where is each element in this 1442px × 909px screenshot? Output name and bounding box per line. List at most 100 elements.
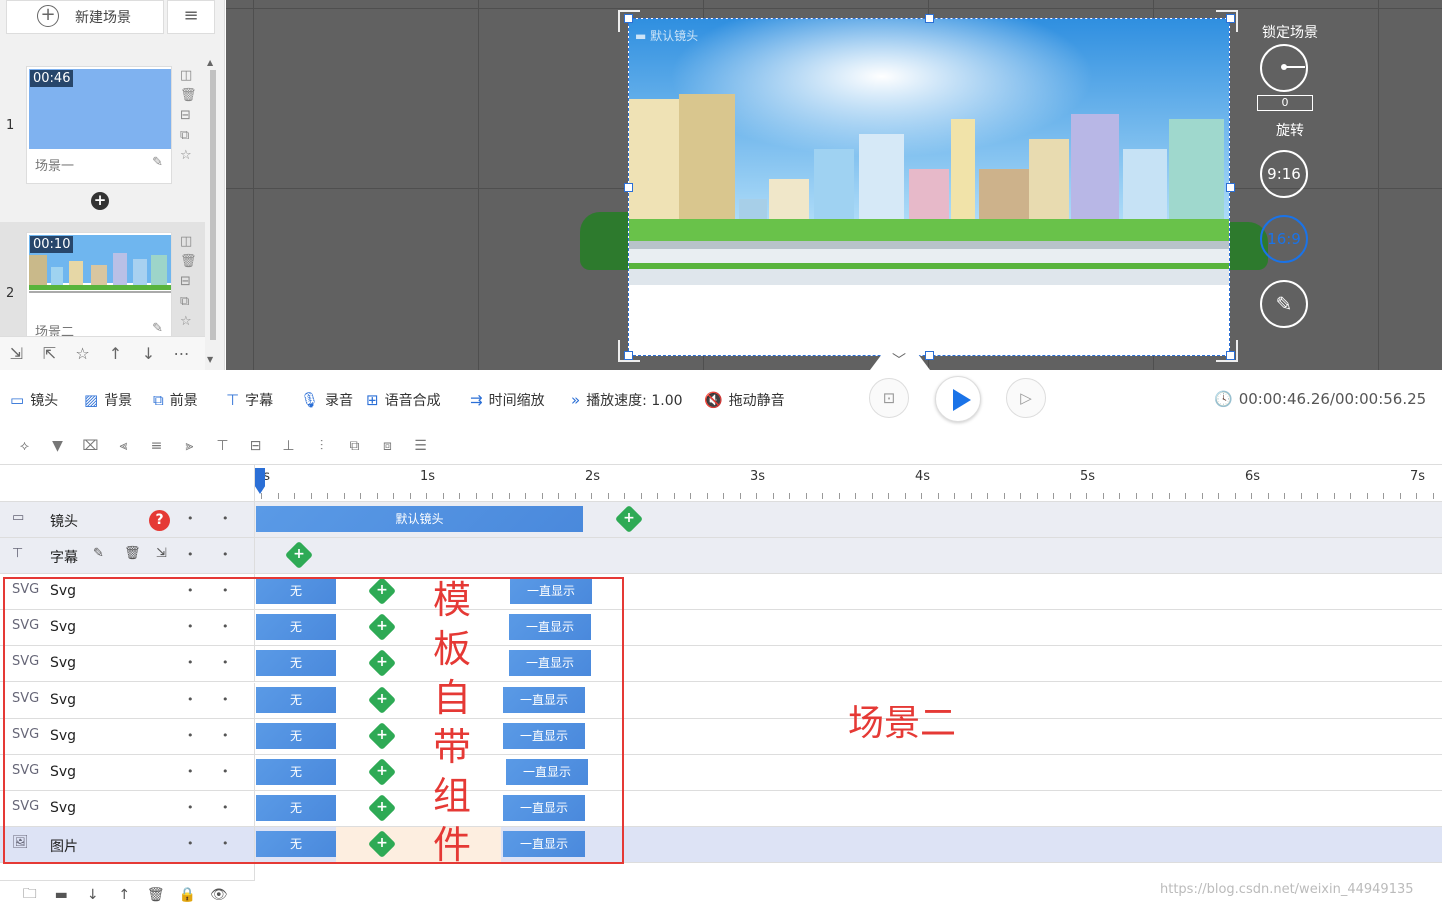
delete-icon[interactable]: 🗑: [124, 546, 141, 561]
align-bottom-icon[interactable]: ⊥: [272, 438, 305, 454]
lock-scene-label[interactable]: 锁定场景: [1240, 22, 1340, 42]
scene-thumbnail-card[interactable]: 00:10 场景二 ✎: [26, 232, 172, 350]
star-icon[interactable]: ☆: [66, 344, 99, 363]
microphone-icon: 🎙: [300, 391, 320, 409]
track-header: ▭ 镜头 ? • •: [0, 502, 255, 538]
record-button[interactable]: 🎙 录音: [300, 390, 353, 410]
mute-icon: 🔇: [704, 391, 723, 409]
distribute-icon[interactable]: ⫶: [305, 438, 338, 454]
clock-icon: 🕓: [1214, 390, 1233, 408]
export-icon[interactable]: ⊟: [180, 272, 196, 292]
time-scale-button[interactable]: ⇉ 时间缩放: [470, 390, 545, 410]
add-folder-icon[interactable]: 🗀: [14, 883, 46, 907]
subtitle-button[interactable]: ⊤ 字幕: [226, 390, 273, 410]
time-ruler[interactable]: 0s1s2s3s4s5s6s7s: [255, 464, 1442, 502]
dot-icon[interactable]: •: [187, 512, 194, 525]
preview-zoom-button[interactable]: ⊡: [869, 378, 909, 418]
move-up-icon[interactable]: ↑: [109, 887, 141, 903]
plus-icon: +: [37, 5, 59, 27]
tts-button[interactable]: ⊞ 语音合成: [366, 390, 441, 410]
annotation-char: 带: [432, 725, 471, 769]
move-down-icon[interactable]: ↓: [132, 344, 165, 363]
align-left-icon[interactable]: ⫷: [107, 438, 140, 454]
copy-icon[interactable]: ◫: [180, 66, 196, 86]
play-button[interactable]: [935, 376, 981, 422]
drag-mute-button[interactable]: 🔇 拖动静音: [704, 390, 785, 410]
ruler-label: 7s: [1410, 469, 1426, 484]
scene-thumbnail-card[interactable]: 00:46 场景一 ✎: [26, 66, 172, 184]
canvas-side-controls: 锁定场景 0 旋转 9:16 16:9 ✎: [1240, 0, 1340, 370]
subtitle-track[interactable]: ⊤ 字幕 ✎ 🗑 ⇲ • • +: [0, 538, 1442, 574]
rotate-value-input[interactable]: 0: [1257, 95, 1313, 111]
import-icon[interactable]: ⇲: [0, 344, 33, 363]
edit-pencil-icon[interactable]: ✎: [152, 155, 163, 170]
layer-icon[interactable]: ☰: [404, 438, 437, 454]
scene-number: 1: [6, 118, 15, 133]
anchor-icon[interactable]: ⟡: [8, 438, 41, 454]
duplicate-icon[interactable]: ⧉: [180, 292, 196, 312]
dot-icon[interactable]: •: [222, 512, 229, 525]
export-icon[interactable]: ⇱: [33, 344, 66, 363]
align-center-icon[interactable]: ≡: [140, 438, 173, 454]
list-music-icon[interactable]: ≡: [167, 0, 215, 34]
camera-button[interactable]: ▭ 镜头: [10, 390, 58, 410]
copy-icon[interactable]: ◫: [180, 232, 196, 252]
ratio-portrait-button[interactable]: 9:16: [1260, 150, 1308, 198]
eye-icon[interactable]: 👁: [203, 887, 235, 903]
camera-track[interactable]: ▭ 镜头 ? • • 默认镜头 +: [0, 502, 1442, 538]
collapse-chevron-icon[interactable]: ﹀: [850, 350, 950, 370]
edit-icon[interactable]: ✎: [93, 546, 104, 561]
ruler-label: 4s: [915, 469, 931, 484]
group-icon[interactable]: ⧉: [338, 438, 371, 454]
add-keyframe-icon[interactable]: +: [614, 504, 644, 534]
more-icon[interactable]: ⋯: [165, 344, 198, 363]
ruler-label: 2s: [585, 469, 601, 484]
scene-preview[interactable]: ▬ 默认镜头: [628, 18, 1230, 356]
folder-icon[interactable]: ▬: [46, 887, 78, 903]
dot-icon[interactable]: •: [187, 548, 194, 561]
import-icon[interactable]: ⇲: [156, 546, 167, 561]
delete-icon[interactable]: 🗑: [180, 86, 197, 106]
foreground-button[interactable]: ⧉ 前景: [153, 390, 198, 410]
background-button[interactable]: ▨ 背景: [84, 390, 132, 410]
camera-block[interactable]: 默认镜头: [256, 506, 583, 532]
align-right-icon[interactable]: ⫸: [173, 438, 206, 454]
resize-handle[interactable]: [1226, 183, 1235, 192]
star-icon[interactable]: ☆: [180, 146, 196, 166]
lock-icon[interactable]: 🔒: [172, 887, 204, 903]
star-icon[interactable]: ☆: [180, 312, 196, 332]
dot-icon[interactable]: •: [222, 548, 229, 561]
play-icon: [953, 389, 971, 411]
edit-pen-icon[interactable]: ✎: [1260, 280, 1308, 328]
tree-left: [580, 212, 630, 270]
align-toolbar: ⟡ ▼ ⌧ ⫷ ≡ ⫸ ⊤ ⊟ ⊥ ⫶ ⧉ ⧈ ☰: [0, 428, 1442, 464]
duplicate-icon[interactable]: ⧉: [180, 126, 196, 146]
track-name: 镜头: [50, 514, 78, 530]
delete-icon[interactable]: 🗑: [180, 252, 197, 272]
speed-button[interactable]: » 播放速度: 1.00: [571, 390, 683, 410]
ungroup-icon[interactable]: ⧈: [371, 438, 404, 454]
move-down-icon[interactable]: ↓: [77, 887, 109, 903]
resize-handle[interactable]: [624, 183, 633, 192]
subtitle-icon: ⊤: [226, 391, 240, 409]
help-icon[interactable]: ?: [149, 510, 170, 531]
edit-pencil-icon[interactable]: ✎: [152, 321, 163, 336]
ratio-landscape-button[interactable]: 16:9: [1260, 215, 1308, 263]
add-keyframe-icon[interactable]: +: [284, 540, 314, 570]
delete-icon[interactable]: 🗑: [140, 887, 172, 903]
scene-duration: 00:10: [30, 236, 74, 253]
rotate-dial-icon[interactable]: [1260, 44, 1308, 92]
tts-icon: ⊞: [366, 391, 379, 409]
filter-icon[interactable]: ▼: [41, 438, 74, 454]
move-up-icon[interactable]: ↑: [99, 344, 132, 363]
annotation-box: [3, 577, 624, 864]
next-frame-button[interactable]: ▷: [1006, 378, 1046, 418]
resize-handle[interactable]: [925, 14, 934, 23]
align-middle-icon[interactable]: ⊟: [239, 438, 272, 454]
add-scene-icon[interactable]: +: [91, 192, 109, 210]
scene-list-scrollbar[interactable]: ▲ ▼: [206, 56, 220, 368]
new-scene-button[interactable]: + 新建场景: [6, 0, 164, 34]
align-top-icon[interactable]: ⊤: [206, 438, 239, 454]
clear-icon[interactable]: ⌧: [74, 438, 107, 454]
export-icon[interactable]: ⊟: [180, 106, 196, 126]
